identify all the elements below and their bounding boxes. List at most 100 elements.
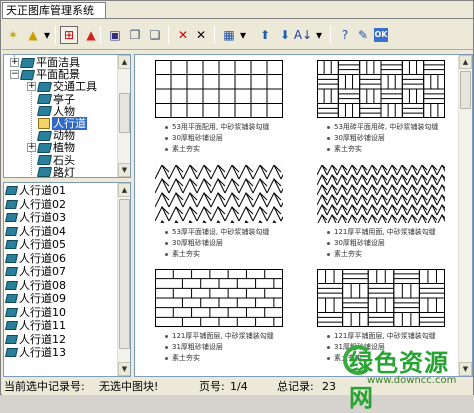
tree-item[interactable]: 亭子 bbox=[27, 93, 75, 106]
scroll-up-arrow-icon[interactable]: ▲ bbox=[118, 55, 130, 69]
expand-icon[interactable]: + bbox=[27, 143, 36, 153]
caption-text: 121厚平铺用面, 中砂浆铺装勾缝 bbox=[334, 228, 436, 236]
help-button[interactable]: ? bbox=[336, 26, 354, 44]
caption-text: 31厚粗砂铺设层 bbox=[172, 343, 223, 351]
scroll-thumb[interactable] bbox=[119, 199, 130, 349]
dropdown-button[interactable]: ▾ bbox=[42, 26, 52, 44]
list-item-label: 人行道12 bbox=[19, 332, 66, 346]
pattern-thumbnail[interactable]: 121厚平铺用面, 中砂浆铺装勾缝 30厚粗砂铺设层 素土夯实 bbox=[317, 165, 459, 265]
paving-pattern-drawing bbox=[317, 269, 445, 327]
list-item[interactable]: 人行道04 bbox=[5, 225, 66, 239]
caption-text: 素土夯实 bbox=[334, 145, 362, 153]
page-value: 1/4 bbox=[230, 380, 248, 393]
pattern-caption: 素土夯实 bbox=[165, 353, 200, 363]
caption-text: 30厚粗砂铺设层 bbox=[334, 239, 385, 247]
pattern-thumbnail[interactable]: 53用平面配用, 中砂浆铺装勾缝 30厚粗砂铺设层 素土夯实 bbox=[155, 60, 297, 160]
tree-item[interactable]: 石头 bbox=[27, 154, 75, 167]
list-item[interactable]: 人行道06 bbox=[5, 251, 66, 266]
expand-icon[interactable]: + bbox=[27, 82, 36, 92]
pattern-caption: 31厚粗砂铺设层 bbox=[165, 342, 223, 352]
list-item[interactable]: 人行道12 bbox=[5, 332, 66, 347]
pattern-caption: 素土夯实 bbox=[327, 144, 362, 154]
pattern-caption: 53厚平面铺设, 中砂浆铺装勾缝 bbox=[165, 227, 269, 237]
bullet-icon bbox=[327, 147, 330, 151]
list-item[interactable]: 人行道01 bbox=[5, 184, 66, 198]
list-item-label: 人行道02 bbox=[19, 197, 66, 211]
list-item-label: 人行道09 bbox=[19, 292, 66, 306]
block-icon bbox=[5, 280, 18, 290]
list-item[interactable]: 人行道05 bbox=[5, 238, 66, 252]
pattern-thumbnail[interactable]: 121厚平铺面层, 中砂浆铺装勾缝 31厚粗砂铺设层 素土夯实 bbox=[155, 269, 297, 369]
expand-icon[interactable]: + bbox=[10, 58, 19, 67]
bullet-icon bbox=[327, 241, 330, 245]
tree-item-label: 亭子 bbox=[53, 92, 75, 106]
list-item-label: 人行道06 bbox=[19, 251, 66, 265]
list-item[interactable]: 人行道11 bbox=[5, 319, 66, 333]
watermark: 绿色资源网 www.downcc.com bbox=[343, 339, 469, 412]
list-item-label: 人行道11 bbox=[19, 319, 66, 333]
delete-red-button[interactable]: ✕ bbox=[174, 26, 192, 44]
layers-button[interactable]: ❐ bbox=[126, 26, 144, 44]
list-item[interactable]: 人行道13 bbox=[5, 346, 66, 360]
arrow-up-button[interactable]: ⬆ bbox=[256, 26, 274, 44]
block-icon bbox=[5, 213, 18, 223]
ok-button[interactable]: OK bbox=[374, 28, 388, 42]
total-value: 23 bbox=[322, 380, 336, 393]
list-item[interactable]: 人行道10 bbox=[5, 306, 66, 320]
scroll-up-arrow-icon[interactable]: ▲ bbox=[459, 55, 472, 69]
save-button[interactable]: ▣ bbox=[106, 26, 124, 44]
toolbar-separator bbox=[100, 26, 101, 44]
warning-button[interactable]: ▲ bbox=[82, 26, 100, 44]
view-dropdown-button[interactable]: ▾ bbox=[238, 26, 248, 44]
window-title-tab[interactable]: 天正图库管理系统 bbox=[2, 2, 106, 18]
scroll-up-arrow-icon[interactable]: ▲ bbox=[118, 183, 130, 197]
list-scrollbar[interactable]: ▲ ▼ bbox=[117, 183, 130, 376]
pattern-caption: 30厚粗砂铺设层 bbox=[165, 133, 223, 143]
scroll-down-arrow-icon[interactable]: ▼ bbox=[118, 163, 130, 177]
tree-scrollbar[interactable]: ▲ ▼ bbox=[117, 55, 130, 177]
pattern-thumbnail[interactable]: 53厚平面铺设, 中砂浆铺装勾缝 30厚粗砂铺设层 素土夯实 bbox=[155, 165, 297, 265]
block-icon bbox=[5, 267, 18, 277]
sort-dropdown-button[interactable]: ▾ bbox=[314, 26, 324, 44]
pattern-caption: 30厚粗砂铺设层 bbox=[327, 238, 385, 248]
block-icon bbox=[5, 321, 18, 331]
book-icon bbox=[36, 130, 53, 141]
sort-button[interactable]: A↓ bbox=[294, 26, 312, 44]
toolbar-separator bbox=[214, 26, 215, 44]
gallery-scrollbar[interactable]: ▲ ▼ bbox=[458, 55, 472, 376]
scroll-thumb[interactable] bbox=[119, 93, 130, 133]
page-label: 页号: bbox=[199, 380, 225, 393]
bullet-icon bbox=[165, 125, 168, 129]
scroll-thumb[interactable] bbox=[460, 71, 471, 109]
tree-item[interactable]: 路灯 bbox=[27, 166, 75, 177]
open-folder-icon bbox=[38, 118, 50, 129]
new-button[interactable]: ✶ bbox=[4, 26, 22, 44]
open-button[interactable]: ▲ bbox=[24, 26, 42, 44]
arrow-down-button[interactable]: ⬇ bbox=[276, 26, 294, 44]
list-item[interactable]: 人行道02 bbox=[5, 197, 66, 212]
pattern-caption: 53用砖平面用砖, 中砂浆铺装勾缝 bbox=[327, 122, 438, 132]
pattern-thumbnail[interactable]: 53用砖平面用砖, 中砂浆铺装勾缝 30厚粗砂铺设层 素土夯实 bbox=[317, 60, 459, 160]
list-item[interactable]: 人行道08 bbox=[5, 279, 66, 293]
view-grid-button[interactable]: ▦ bbox=[220, 26, 238, 44]
list-item[interactable]: 人行道09 bbox=[5, 292, 66, 306]
bullet-icon bbox=[165, 241, 168, 245]
tree-item[interactable]: + 植物 bbox=[27, 141, 75, 154]
delete-black-button[interactable]: ✕ bbox=[192, 26, 210, 44]
collapse-icon[interactable]: − bbox=[10, 70, 19, 80]
bullet-icon bbox=[165, 230, 168, 234]
tree-item[interactable]: + 交通工具 bbox=[27, 80, 97, 93]
pattern-caption: 30厚粗砂铺设层 bbox=[165, 238, 223, 248]
list-item-label: 人行道07 bbox=[19, 265, 66, 279]
paving-pattern-drawing bbox=[155, 60, 283, 118]
edit-button[interactable]: ✎ bbox=[354, 26, 372, 44]
list-item[interactable]: 人行道07 bbox=[5, 265, 66, 279]
tree-item[interactable]: + 平面洁具 bbox=[10, 56, 80, 69]
paving-pattern-drawing bbox=[317, 165, 445, 223]
grid-select-button[interactable]: ⊞ bbox=[60, 26, 78, 44]
tree-item[interactable]: 人物 bbox=[27, 105, 75, 118]
list-item[interactable]: 人行道03 bbox=[5, 211, 66, 225]
copy-button[interactable]: ❏ bbox=[146, 26, 164, 44]
scroll-down-arrow-icon[interactable]: ▼ bbox=[118, 362, 130, 376]
pattern-caption: 53用平面配用, 中砂浆铺装勾缝 bbox=[165, 122, 269, 132]
